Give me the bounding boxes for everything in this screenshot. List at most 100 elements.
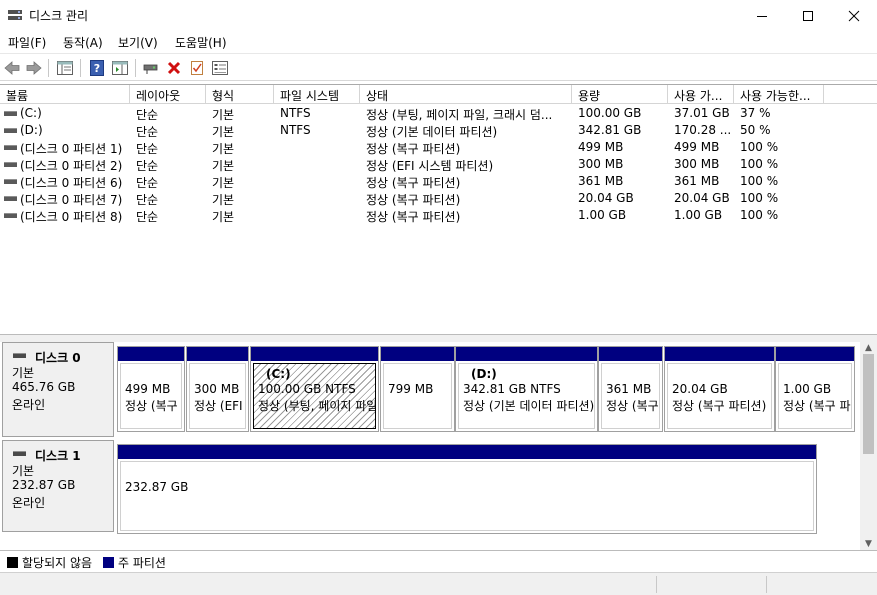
partition-body: 361 MB 정상 (복구 파티션) [601, 363, 660, 429]
partition-body: 20.04 GB 정상 (복구 파티션) [667, 363, 772, 429]
volume-list: 볼륨 레이아웃 형식 파일 시스템 상태 용량 사용 가... 사용 가능한..… [0, 84, 877, 334]
console-tree-button[interactable] [55, 58, 75, 78]
menu-file[interactable]: 파일(F) [8, 34, 46, 51]
partition-body: 232.87 GB [120, 461, 814, 531]
scroll-up-arrow-icon[interactable]: ▲ [860, 342, 877, 354]
drive-icon [4, 145, 17, 150]
checklist-button[interactable] [187, 58, 207, 78]
cell-volume: (디스크 0 파티션 8) [20, 210, 123, 224]
cell-type: 기본 [212, 176, 235, 190]
volume-row[interactable]: (디스크 0 파티션 2) 단순 기본 정상 (EFI 시스템 파티션) 300 MB 3… [0, 156, 877, 173]
volume-row[interactable]: (디스크 0 파티션 7) 단순 기본 정상 (복구 파티션) 20.04 GB 20.0… [0, 190, 877, 207]
disk-state: 온라인 [12, 398, 46, 412]
partition-type-bar [118, 445, 816, 459]
cell-status: 정상 (기본 데이터 파티션) [366, 125, 498, 139]
volume-row[interactable]: (디스크 0 파티션 8) 단순 기본 정상 (복구 파티션) 1.00 GB 1.00 … [0, 207, 877, 224]
maximize-button[interactable] [785, 0, 831, 31]
volume-row[interactable]: (C:) 단순 기본 NTFS 정상 (부팅, 페이지 파일, 크래시 덤... 100.… [0, 105, 877, 122]
column-header-status[interactable]: 상태 [360, 85, 572, 104]
volume-row[interactable]: (디스크 0 파티션 1) 단순 기본 정상 (복구 파티션) 499 MB 499 MB… [0, 139, 877, 156]
column-header-capacity[interactable]: 용량 [572, 85, 668, 104]
column-header-type[interactable]: 형식 [206, 85, 274, 104]
partition-type-bar [187, 347, 248, 361]
cell-volume: (디스크 0 파티션 1) [20, 142, 123, 156]
pane-splitter[interactable] [0, 334, 877, 342]
cell-layout: 단순 [136, 176, 159, 190]
console-tree-icon [57, 61, 73, 75]
column-header-file-system[interactable]: 파일 시스템 [274, 85, 360, 104]
disk-type: 기본 [12, 464, 35, 478]
disk-management-app-icon [8, 10, 22, 20]
partition-box[interactable]: 1.00 GB 정상 (복구 파티션) [775, 346, 855, 432]
disk-size: 465.76 GB [12, 380, 76, 394]
delete-button[interactable] [164, 58, 184, 78]
cell-status: 정상 (복구 파티션) [366, 176, 461, 190]
forward-button[interactable] [24, 58, 44, 78]
menu-action[interactable]: 동작(A) [63, 34, 103, 51]
cell-layout: 단순 [136, 125, 159, 139]
volume-list-header: 볼륨 레이아웃 형식 파일 시스템 상태 용량 사용 가... 사용 가능한..… [0, 85, 877, 104]
column-header-volume[interactable]: 볼륨 [0, 85, 130, 104]
partition-status: 정상 (복구 파티션) [606, 399, 659, 413]
partition-box[interactable]: 232.87 GB [117, 444, 817, 534]
scroll-down-arrow-icon[interactable]: ▼ [860, 538, 877, 550]
drive-icon [4, 111, 17, 116]
close-button[interactable] [831, 0, 877, 31]
action-pane-button[interactable] [110, 58, 130, 78]
vertical-scrollbar[interactable]: ▲ ▼ [860, 342, 877, 550]
cell-percent-free: 100 % [740, 174, 779, 188]
partition-box[interactable]: 799 MB [380, 346, 455, 432]
partition-box[interactable]: (C:)100.00 GB NTFS 정상 (부팅, 페이지 파일, 크래시 덤프… [250, 346, 379, 432]
partition-body: (D:) 342.81 GB NTFS 정상 (기본 데이터 파티션) [458, 363, 595, 429]
cell-volume: (C:) [20, 106, 42, 120]
cell-free-space: 170.28 ... [674, 123, 732, 137]
partition-status: 정상 (부팅, 페이지 파일, 크래시 덤프, 기본 데이터 파티션) [258, 399, 375, 413]
volume-row[interactable]: (디스크 0 파티션 6) 단순 기본 정상 (복구 파티션) 361 MB 361 MB… [0, 173, 877, 190]
partition-body: (C:)100.00 GB NTFS 정상 (부팅, 페이지 파일, 크래시 덤프… [253, 363, 376, 429]
column-header-free-space[interactable]: 사용 가... [668, 85, 734, 104]
disk-type: 기본 [12, 366, 35, 380]
cell-free-space: 499 MB [674, 140, 720, 154]
cell-layout: 단순 [136, 142, 159, 156]
partition-box[interactable]: 361 MB 정상 (복구 파티션) [598, 346, 663, 432]
column-header-percent-free[interactable]: 사용 가능한... [734, 85, 824, 104]
partition-box[interactable]: 300 MB 정상 (EFI 시스템 파티션) [186, 346, 249, 432]
toolbar-separator [80, 59, 81, 77]
cell-type: 기본 [212, 125, 235, 139]
cell-percent-free: 50 % [740, 123, 771, 137]
connect-drive-button[interactable] [141, 58, 161, 78]
menu-help[interactable]: 도움말(H) [175, 34, 227, 51]
partition-body: 499 MB 정상 (복구 파티션) [120, 363, 182, 429]
partition-type-bar [118, 347, 184, 361]
menu-view[interactable]: 보기(V) [118, 34, 158, 51]
partition-status: 정상 (복구 파티션) [125, 399, 181, 413]
minimize-button[interactable] [739, 0, 785, 31]
disk-0-label[interactable]: 디스크 0 기본 465.76 GB 온라인 [2, 342, 114, 437]
properties-button[interactable] [210, 58, 230, 78]
disk-icon [13, 451, 26, 456]
partition-size: 20.04 GB [672, 382, 728, 396]
partition-box[interactable]: (D:) 342.81 GB NTFS 정상 (기본 데이터 파티션) [455, 346, 598, 432]
partition-box[interactable]: 20.04 GB 정상 (복구 파티션) [664, 346, 775, 432]
volume-row[interactable]: (D:) 단순 기본 NTFS 정상 (기본 데이터 파티션) 342.81 GB 170.… [0, 122, 877, 139]
cell-volume: (D:) [20, 123, 43, 137]
cell-capacity: 20.04 GB [578, 191, 634, 205]
scrollbar-thumb[interactable] [863, 354, 874, 454]
disk-map: 디스크 0 기본 465.76 GB 온라인 499 MB 정상 (복구 파티션)… [0, 342, 860, 550]
cell-status: 정상 (복구 파티션) [366, 193, 461, 207]
svg-text:?: ? [94, 62, 100, 75]
disk-icon [13, 353, 26, 358]
disk-1-label[interactable]: 디스크 1 기본 232.87 GB 온라인 [2, 440, 114, 532]
partition-type-bar [599, 347, 662, 361]
partition-box[interactable]: 499 MB 정상 (복구 파티션) [117, 346, 185, 432]
back-button[interactable] [2, 58, 22, 78]
help-button[interactable]: ? [87, 58, 107, 78]
disk-name: 디스크 1 [35, 449, 81, 463]
partition-size: 361 MB [606, 382, 652, 396]
column-header-layout[interactable]: 레이아웃 [130, 85, 206, 104]
cell-percent-free: 100 % [740, 191, 779, 205]
status-separator [766, 576, 767, 593]
action-pane-icon [112, 61, 128, 75]
partition-size: 100.00 GB NTFS [258, 382, 356, 396]
legend-label-unallocated: 할당되지 않음 [22, 556, 93, 570]
